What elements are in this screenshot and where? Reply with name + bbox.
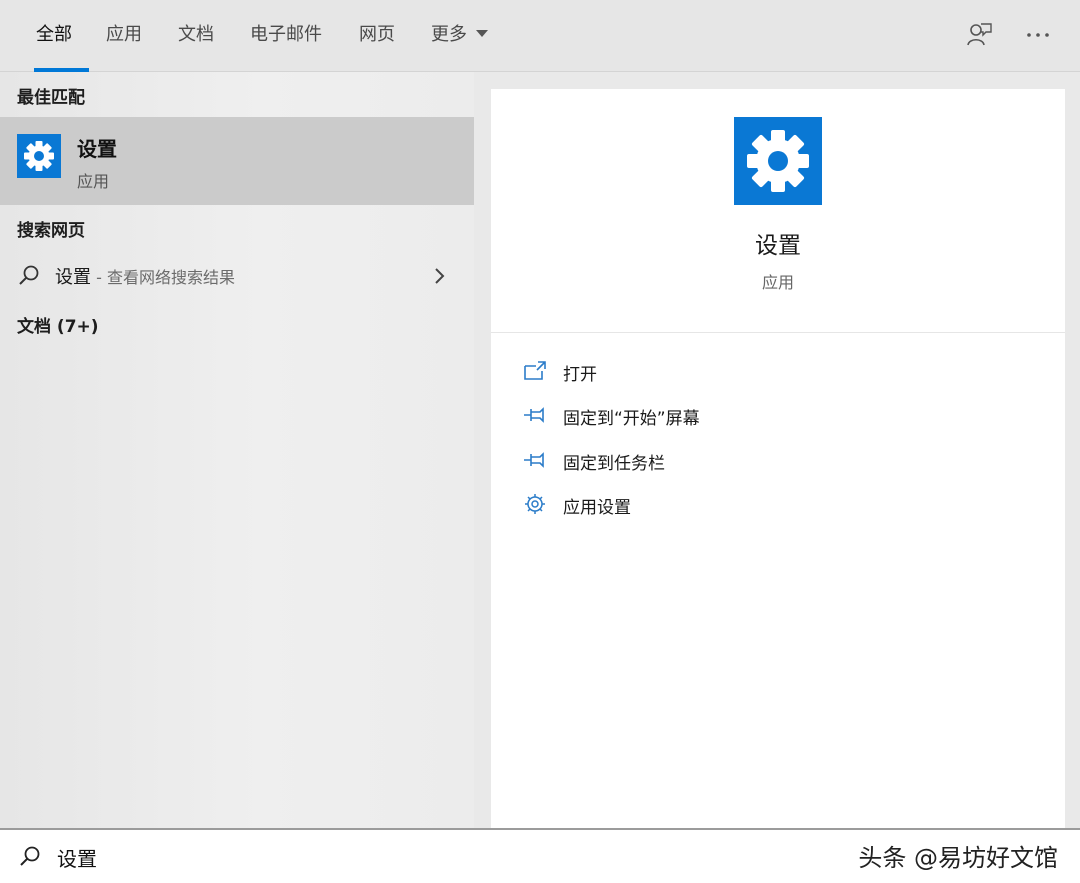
more-options-icon[interactable]: [1024, 20, 1054, 50]
action-pin-taskbar[interactable]: 固定到任务栏: [519, 446, 1039, 476]
feedback-icon[interactable]: [964, 20, 994, 50]
search-scope-tabs: 全部 应用 文档 电子邮件 网页 更多: [0, 0, 1080, 72]
chevron-down-icon: [476, 30, 488, 37]
chevron-right-icon[interactable]: [432, 266, 448, 286]
pin-icon: [524, 407, 544, 423]
action-open-label: 打开: [563, 365, 597, 385]
detail-app-type: 应用: [761, 273, 794, 292]
action-pin-taskbar-label: 固定到任务栏: [563, 454, 665, 474]
best-match-name: 设置: [77, 137, 117, 161]
tab-more-label: 更多: [431, 24, 467, 45]
detail-header: 设置 应用: [491, 89, 1065, 333]
settings-app-tile: [17, 134, 61, 178]
gear-icon: [24, 141, 54, 171]
pin-icon: [524, 452, 544, 468]
best-match-type: 应用: [77, 172, 110, 191]
web-search-query: 设置: [55, 267, 91, 288]
web-search-hint: - 查看网络搜索结果: [91, 268, 235, 287]
web-search-heading: 搜索网页: [17, 221, 85, 241]
web-search-label: 设置 - 查看网络搜索结果: [55, 263, 235, 289]
gear-icon: [525, 494, 545, 514]
search-icon: [20, 846, 40, 866]
tab-apps[interactable]: 应用: [106, 0, 142, 72]
search-bar: 头条 @易坊好文馆: [0, 828, 1080, 883]
gear-icon: [747, 130, 809, 192]
best-match-heading: 最佳匹配: [17, 88, 85, 108]
documents-heading[interactable]: 文档 (7+): [17, 312, 99, 337]
best-match-item[interactable]: 设置 应用: [0, 117, 474, 205]
search-input[interactable]: [55, 839, 759, 875]
action-open[interactable]: 打开: [519, 357, 1039, 387]
action-app-settings[interactable]: 应用设置: [519, 490, 1039, 520]
watermark-text: 头条 @易坊好文馆: [858, 844, 1058, 872]
settings-app-large-tile: [734, 117, 822, 205]
detail-pane: 设置 应用 打开 固定到“开始”屏幕 固定到任务栏 应用设置: [491, 89, 1065, 828]
tab-email[interactable]: 电子邮件: [250, 0, 322, 72]
action-pin-start[interactable]: 固定到“开始”屏幕: [519, 401, 1039, 431]
tab-all[interactable]: 全部: [34, 0, 89, 72]
results-list: 最佳匹配 设置 应用 搜索网页 设置 - 查看网络搜索结果 文档 (7+): [0, 72, 474, 828]
action-app-settings-label: 应用设置: [563, 498, 631, 518]
web-search-result[interactable]: 设置 - 查看网络搜索结果: [0, 255, 474, 297]
tab-documents[interactable]: 文档: [178, 0, 214, 72]
action-pin-start-label: 固定到“开始”屏幕: [563, 409, 700, 429]
open-icon: [524, 361, 546, 380]
search-icon: [19, 265, 39, 285]
tab-web[interactable]: 网页: [359, 0, 395, 72]
detail-app-name: 设置: [755, 233, 801, 259]
tab-more[interactable]: 更多: [431, 0, 488, 72]
